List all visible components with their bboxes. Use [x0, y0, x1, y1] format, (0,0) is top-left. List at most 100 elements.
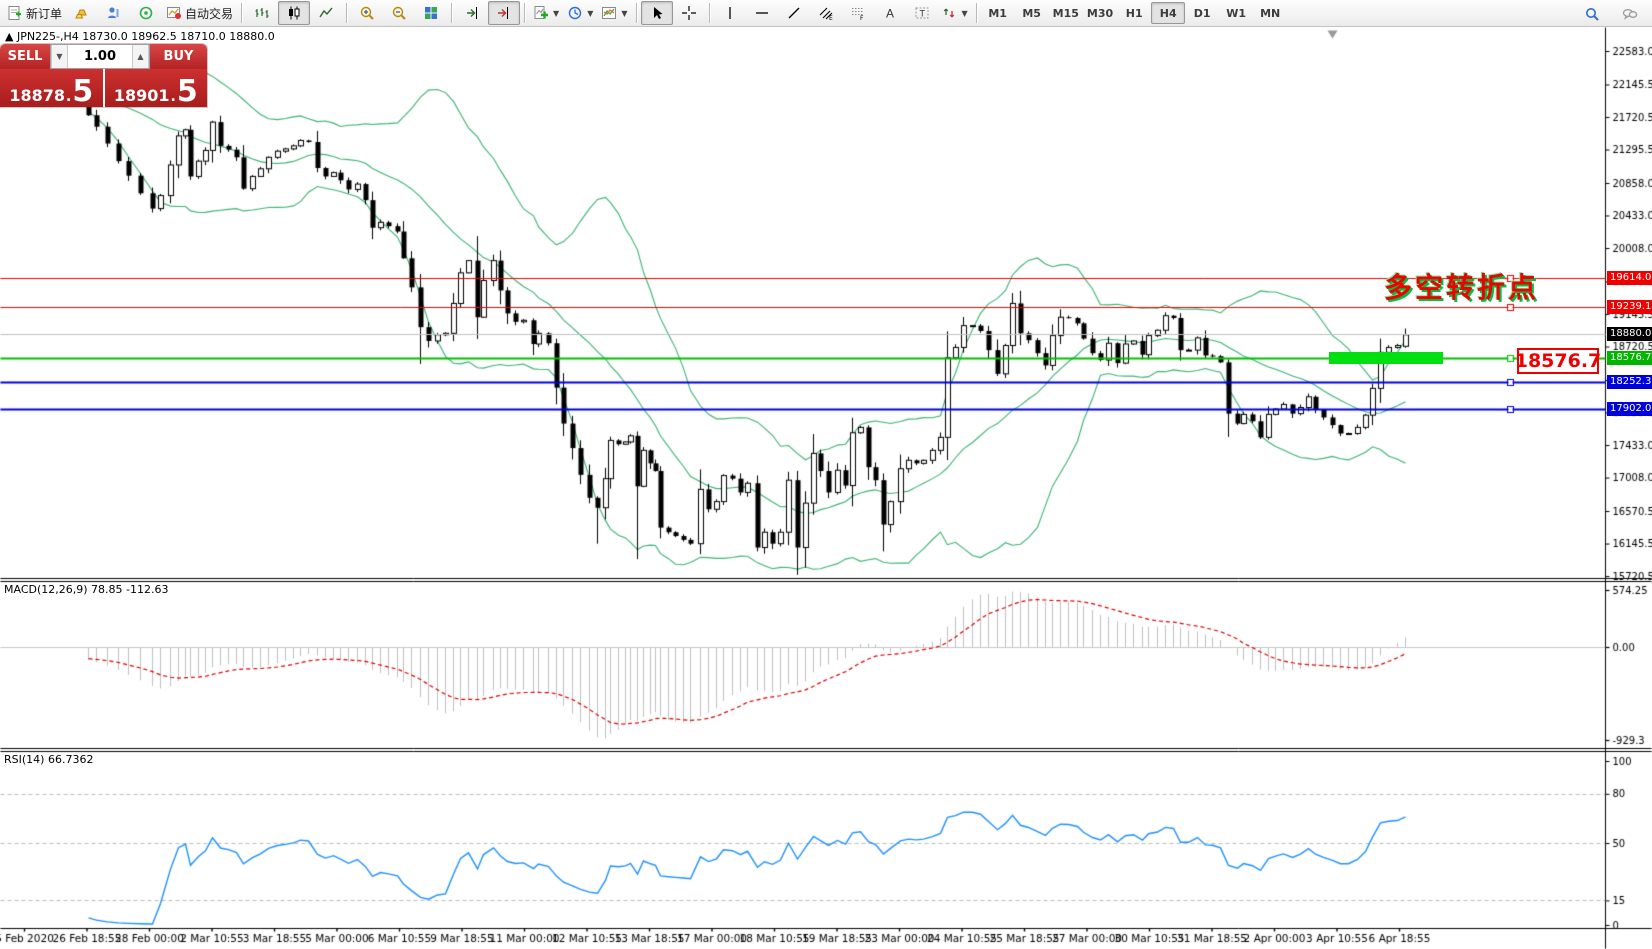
toolbar-separator — [709, 3, 710, 23]
indicators-button[interactable]: ▼ — [529, 1, 563, 25]
periods-button[interactable]: ▼ — [563, 1, 597, 25]
zoom-in-icon — [359, 5, 375, 21]
timeframe-m30[interactable]: M30 — [1083, 2, 1117, 24]
channel-button[interactable]: E — [810, 1, 842, 25]
mt4-chart-window: 新订单 自动交易 ▼ ▼ ▼ E F A T ▼ — [0, 0, 1652, 949]
timeframe-mn[interactable]: MN — [1253, 2, 1287, 24]
tile-windows-button[interactable] — [415, 1, 447, 25]
chart-shift-icon — [496, 5, 512, 21]
chat-icon — [1622, 6, 1638, 22]
fibonacci-button[interactable]: F — [842, 1, 874, 25]
dropdown-arrow-icon: ▼ — [962, 9, 968, 18]
candlestick-chart-icon — [286, 5, 302, 21]
volume-decrease-button[interactable]: ▼ — [51, 45, 68, 68]
timeframe-w1[interactable]: W1 — [1219, 2, 1253, 24]
zoom-in-button[interactable] — [351, 1, 383, 25]
cursor-button[interactable] — [641, 1, 673, 25]
price-axis-tag: 19614.0 — [1607, 271, 1652, 285]
svg-text:E: E — [829, 15, 833, 21]
chart-canvas[interactable] — [0, 0, 1652, 949]
horizontal-line-button[interactable] — [746, 1, 778, 25]
volume-increase-button[interactable]: ▲ — [132, 45, 149, 68]
buy-button[interactable]: BUY — [150, 44, 207, 69]
autotrade-button[interactable]: 自动交易 — [162, 1, 237, 25]
crosshair-icon — [681, 5, 697, 21]
signal-icon — [138, 5, 154, 21]
chat-button[interactable] — [1614, 2, 1646, 26]
bar-chart-icon — [254, 5, 270, 21]
price-axis-tag: 18252.3 — [1607, 375, 1652, 389]
sell-button[interactable]: SELL — [0, 44, 50, 69]
rsi-value: 66.7362 — [48, 753, 94, 766]
timeframe-d1[interactable]: D1 — [1185, 2, 1219, 24]
timeframe-h4[interactable]: H4 — [1151, 2, 1185, 24]
person-chart-icon — [106, 5, 122, 21]
sell-price-big-digit: 5 — [72, 80, 93, 104]
channel-icon: E — [818, 5, 834, 21]
dropdown-arrow-icon: ▼ — [553, 9, 559, 18]
candlestick-chart-button[interactable] — [278, 1, 310, 25]
timeframe-m15[interactable]: M15 — [1049, 2, 1083, 24]
macd-pane-label: MACD(12,26,9) 78.85 -112.63 — [4, 583, 169, 596]
timeframe-m1[interactable]: M1 — [981, 2, 1015, 24]
templates-button[interactable]: ▼ — [597, 1, 631, 25]
clock-icon — [567, 5, 583, 21]
line-chart-icon — [318, 5, 334, 21]
arrows-button[interactable]: ▼ — [938, 1, 972, 25]
new-order-icon — [7, 5, 23, 21]
tile-windows-icon — [423, 5, 439, 21]
signals-button[interactable] — [130, 1, 162, 25]
macd-values: 78.85 -112.63 — [91, 583, 168, 596]
vertical-line-button[interactable] — [714, 1, 746, 25]
template-icon — [601, 5, 617, 21]
depth-button[interactable] — [98, 1, 130, 25]
text-button[interactable]: A — [874, 1, 906, 25]
zoom-out-button[interactable] — [383, 1, 415, 25]
crosshair-button[interactable] — [673, 1, 705, 25]
line-chart-button[interactable] — [310, 1, 342, 25]
volume-value[interactable]: 1.00 — [68, 45, 132, 68]
buy-price[interactable]: 18901.5 — [105, 69, 208, 107]
new-order-button[interactable]: 新订单 — [3, 1, 66, 25]
price-axis-tag: 17902.0 — [1607, 402, 1652, 416]
price-axis-tag: 19239.1 — [1607, 300, 1652, 314]
highlight-rectangle[interactable] — [1329, 352, 1443, 364]
rsi-name: RSI(14) — [4, 753, 44, 766]
search-button[interactable] — [1576, 2, 1608, 26]
fibonacci-icon: F — [850, 5, 866, 21]
toolbar-separator — [524, 3, 525, 23]
timeframe-m5[interactable]: M5 — [1015, 2, 1049, 24]
timeframe-h1[interactable]: H1 — [1117, 2, 1151, 24]
zoom-out-icon — [391, 5, 407, 21]
auto-scroll-icon — [464, 5, 480, 21]
search-icon — [1584, 6, 1600, 22]
svg-text:T: T — [919, 9, 925, 19]
trendline-button[interactable] — [778, 1, 810, 25]
sell-price-dot: . — [66, 90, 71, 104]
text-label-icon: T — [914, 5, 930, 21]
annotation-text[interactable]: 多空转折点 — [1384, 266, 1539, 306]
sell-price[interactable]: 18878.5 — [0, 69, 103, 107]
macd-name: MACD(12,26,9) — [4, 583, 88, 596]
auto-scroll-button[interactable] — [456, 1, 488, 25]
one-click-trading-panel: SELL ▼ 1.00 ▲ BUY 18878.5 18901.5 — [0, 44, 207, 107]
toolbar: 新订单 自动交易 ▼ ▼ ▼ E F A T ▼ — [0, 0, 1652, 27]
toolbar-separator — [241, 3, 242, 23]
toolbar-separator — [976, 3, 977, 23]
arrows-icon — [942, 5, 958, 21]
autotrade-label: 自动交易 — [185, 5, 233, 22]
dropdown-arrow-icon: ▼ — [587, 9, 593, 18]
toolbar-separator — [346, 3, 347, 23]
label-button[interactable]: T — [906, 1, 938, 25]
gold-ingot-icon — [74, 5, 90, 21]
trendline-icon — [786, 5, 802, 21]
price-axis-tag: 18576.7 — [1607, 351, 1652, 365]
price-callout[interactable]: 18576.7 — [1517, 348, 1599, 374]
bar-chart-button[interactable] — [246, 1, 278, 25]
svg-text:F: F — [860, 15, 864, 21]
sell-price-main: 18878 — [9, 88, 65, 104]
gold-button[interactable] — [66, 1, 98, 25]
dropdown-arrow-icon: ▼ — [621, 9, 627, 18]
chart-shift-button[interactable] — [488, 1, 520, 25]
price-axis-tag: 18880.0 — [1607, 327, 1652, 341]
